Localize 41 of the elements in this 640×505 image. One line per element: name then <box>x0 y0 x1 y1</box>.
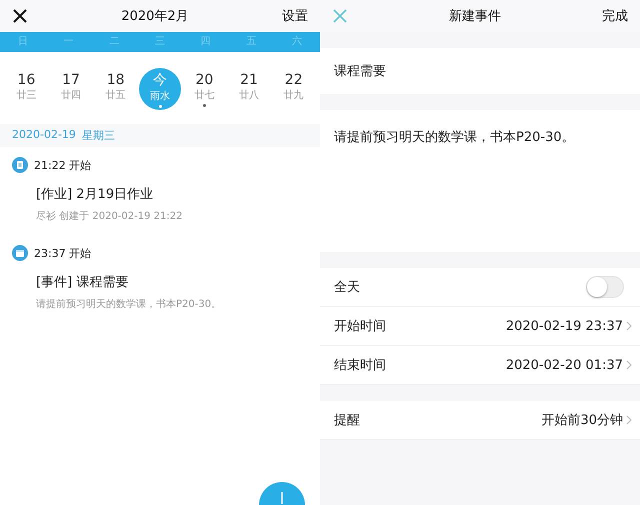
entry-title[interactable]: [事件] 课程需要 <box>36 273 308 291</box>
date-heading: 2020-02-19 <box>12 128 76 143</box>
weekday-label: 三 <box>154 35 166 49</box>
entry-detail: 请提前预习明天的数学课，书本P20-30。 <box>36 298 222 311</box>
close-icon[interactable] <box>12 8 28 24</box>
day-cell[interactable]: 18 廿五 <box>93 64 138 114</box>
weekday-heading: 星期三 <box>82 128 115 143</box>
done-button[interactable]: 完成 <box>602 7 628 25</box>
time-value[interactable]: 2020-02-20 01:37 <box>506 358 632 372</box>
field-label: 提醒 <box>334 412 360 429</box>
chevron-icon <box>626 360 632 370</box>
weekday-label: 五 <box>245 35 258 49</box>
weekday-label: 二 <box>108 35 120 49</box>
day-cell[interactable]: 21 廿八 <box>226 64 272 114</box>
reminder-value[interactable]: 开始前30分钟 <box>541 411 632 429</box>
weekday-label: 一 <box>62 35 75 49</box>
chevron-icon <box>626 415 632 425</box>
settings-button[interactable]: 设置 <box>282 7 308 25</box>
field-label: 结束时间 <box>334 357 386 374</box>
weekday-label: 四 <box>200 35 212 49</box>
time-value[interactable]: 2020-02-19 23:37 <box>506 318 632 334</box>
entry-title[interactable]: [作业] 2月19日作业 <box>36 185 308 203</box>
form-title: 新建事件 <box>449 8 501 25</box>
field-label: 开始时间 <box>334 318 386 335</box>
day-cell[interactable]: 22 廿九 <box>271 64 316 114</box>
weekday-label: 六 <box>291 34 304 49</box>
entry-start-time: 23:37 开始 <box>34 246 92 260</box>
entry-start-time: 21:22 开始 <box>34 158 92 172</box>
month-title: 2020年2月 <box>121 8 189 25</box>
entry-detail: 尽衫 创建于 2020-02-19 21:22 <box>36 210 184 223</box>
document-icon <box>12 157 28 173</box>
day-cell[interactable]: 20 廿七 <box>182 64 227 114</box>
notes-field[interactable]: 请提前预习明天的数学课，书本P20-30。 <box>320 110 640 252</box>
weekday-label: 日 <box>16 35 29 49</box>
day-cell[interactable]: 17 廿四 <box>48 64 94 114</box>
day-cell[interactable]: 16 廿三 <box>4 64 49 114</box>
chevron-icon <box>626 321 632 331</box>
toggle-switch[interactable] <box>586 276 624 298</box>
all-day-label: 全天 <box>334 279 360 296</box>
calendar-icon <box>12 245 28 261</box>
title-field[interactable]: 课程需要 <box>320 48 640 94</box>
